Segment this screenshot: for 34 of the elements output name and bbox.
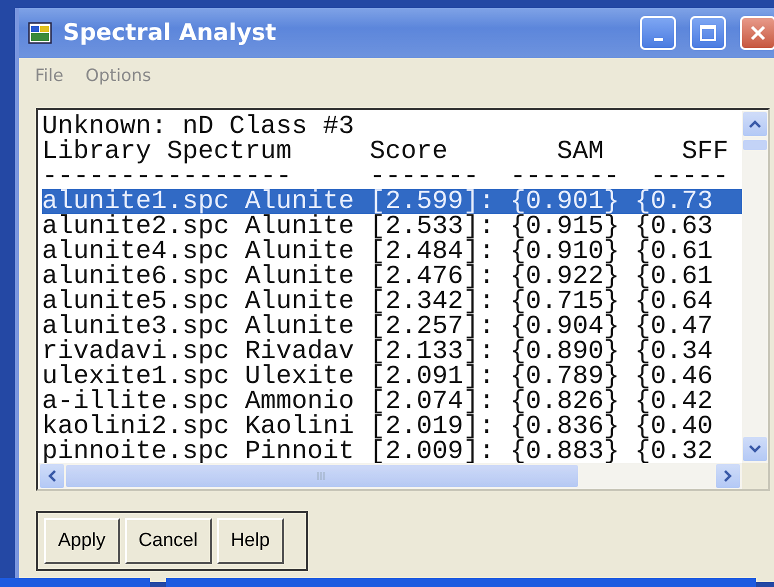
close-button[interactable] <box>740 16 774 50</box>
list-caption: Unknown: nD Class #3 <box>42 114 356 139</box>
list-row[interactable]: ulexite1.spc Ulexite [2.091]: {0.789} {0.46 <box>42 364 742 389</box>
vertical-scrollbar[interactable] <box>742 110 768 463</box>
column-header: Library Spectrum Score SAM SFF <box>42 139 730 164</box>
dialog-button[interactable]: Cancel <box>124 518 212 564</box>
scroll-left-icon[interactable] <box>40 464 64 488</box>
minimize-button[interactable] <box>640 16 676 50</box>
scroll-up-icon[interactable] <box>743 112 767 136</box>
grip-icon <box>317 472 327 480</box>
window-title: Spectral Analyst <box>63 20 278 46</box>
list-row[interactable]: kaolini2.spc Kaolini [2.019]: {0.836} {0.40 <box>42 414 742 439</box>
list-row[interactable]: rivadavi.spc Rivadav [2.133]: {0.890} {0.34 <box>42 339 742 364</box>
list-row[interactable]: alunite2.spc Alunite [2.533]: {0.915} {0.63 <box>42 214 742 239</box>
dialog-button[interactable]: Apply <box>44 518 120 564</box>
header-rule: ---------------- ------- ------- ----- <box>42 164 730 189</box>
scroll-thumb[interactable] <box>66 465 578 487</box>
maximize-icon <box>699 24 717 42</box>
list-row[interactable]: alunite5.spc Alunite [2.342]: {0.715} {0.64 <box>42 289 742 314</box>
scroll-right-icon[interactable] <box>716 464 740 488</box>
dialog-button[interactable]: Help <box>216 518 284 564</box>
list-row[interactable]: alunite1.spc Alunite [2.599]: {0.901} {0.73 <box>42 189 742 214</box>
minimize-icon <box>654 38 662 40</box>
list-row[interactable]: alunite3.spc Alunite [2.257]: {0.904} {0.47 <box>42 314 742 339</box>
close-icon <box>749 24 767 42</box>
list-row[interactable]: alunite6.spc Alunite [2.476]: {0.922} {0.61 <box>42 264 742 289</box>
scroll-thumb[interactable] <box>743 140 767 150</box>
list-row[interactable]: alunite4.spc Alunite [2.484]: {0.910} {0.61 <box>42 239 742 264</box>
app-icon <box>27 20 53 46</box>
list-row[interactable]: a-illite.spc Ammonio [2.074]: {0.826} {0.42 <box>42 389 742 414</box>
maximize-button[interactable] <box>690 16 726 50</box>
scroll-down-icon[interactable] <box>743 437 767 461</box>
scrollbar-corner <box>742 463 768 489</box>
horizontal-scrollbar[interactable] <box>38 463 742 489</box>
